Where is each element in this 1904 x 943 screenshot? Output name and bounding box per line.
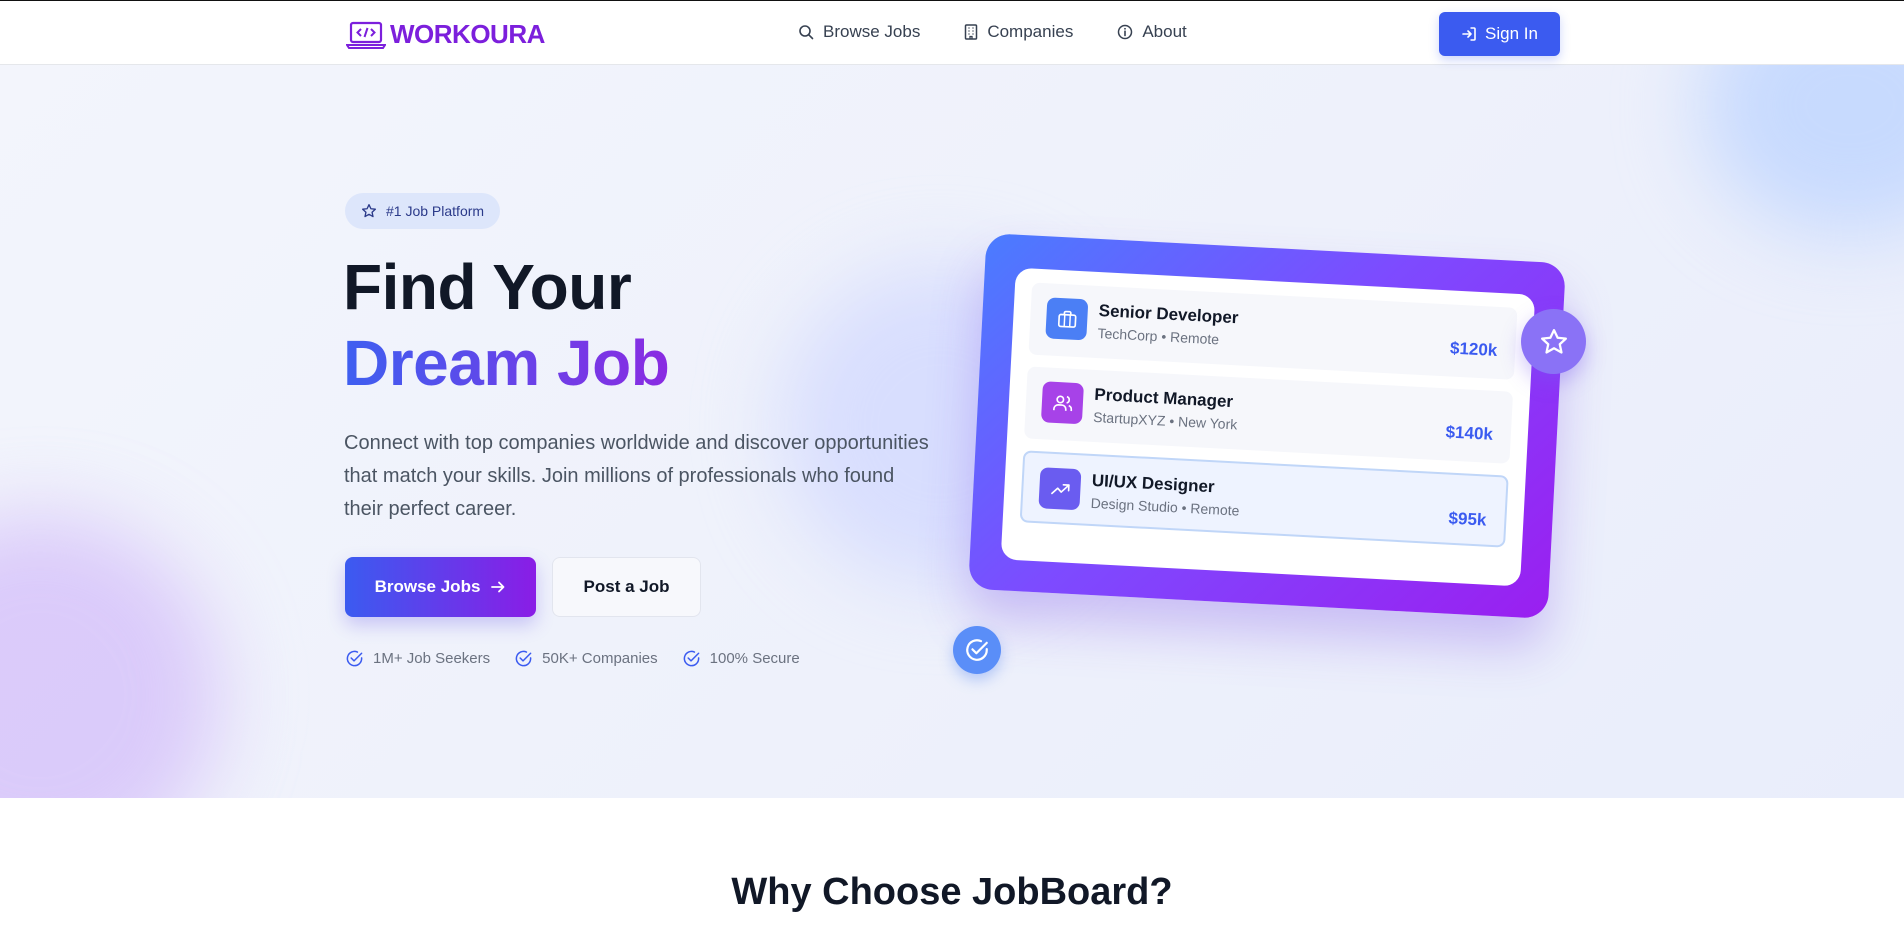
check-bubble (953, 626, 1001, 674)
job-title: UI/UX Designer (1091, 470, 1216, 497)
sign-in-button[interactable]: Sign In (1439, 12, 1560, 56)
stat-item: 50K+ Companies (514, 649, 658, 668)
logo[interactable]: WORKOURA (346, 19, 545, 50)
hero-title-line2: Dream Job (343, 327, 670, 399)
hero-title-line1: Find Your (343, 251, 632, 323)
logo-text: WORKOURA (390, 19, 545, 49)
check-circle-icon (683, 650, 700, 667)
job-salary: $95k (1448, 508, 1487, 530)
post-job-button[interactable]: Post a Job (552, 557, 701, 617)
job-icon-bg (1040, 381, 1084, 425)
hero-stats: 1M+ Job Seekers 50K+ Companies 100% Secu… (345, 649, 800, 668)
hero-description: Connect with top companies worldwide and… (344, 432, 929, 520)
sign-in-label: Sign In (1485, 24, 1538, 43)
search-icon (799, 25, 814, 40)
post-job-label: Post a Job (583, 577, 670, 596)
laptop-code-icon (346, 21, 386, 49)
job-subtitle: StartupXYZ • New York (1092, 408, 1238, 433)
star-icon (1540, 328, 1567, 354)
check-circle-icon (515, 650, 532, 667)
nav-link-label: Companies (987, 22, 1074, 41)
stat-item: 1M+ Job Seekers (345, 649, 490, 668)
job-icon-bg (1038, 467, 1082, 511)
decorative-blob (1700, 65, 1904, 235)
stat-label: 50K+ Companies (542, 650, 658, 667)
job-item[interactable]: UI/UX Designer Design Studio • Remote $9… (1019, 450, 1509, 548)
briefcase-icon (1057, 310, 1077, 328)
log-in-icon (1462, 27, 1476, 41)
nav-link-browse-jobs[interactable]: Browse Jobs (798, 22, 920, 42)
info-icon (1118, 24, 1133, 40)
features-title: Why Choose JobBoard? (731, 871, 1173, 913)
stat-label: 100% Secure (709, 650, 800, 667)
nav-link-companies[interactable]: Companies (964, 22, 1073, 42)
job-list: Senior Developer TechCorp • Remote $120k… (1000, 267, 1536, 587)
browse-jobs-button[interactable]: Browse Jobs (345, 557, 536, 617)
navbar: WORKOURA Browse Jobs Companies About Sig… (0, 0, 1904, 65)
nav-link-label: About (1142, 22, 1187, 41)
job-salary: $120k (1449, 338, 1498, 360)
job-item[interactable]: Senior Developer TechCorp • Remote $120k (1028, 282, 1518, 380)
building-icon (965, 24, 978, 40)
trending-up-icon (1050, 483, 1070, 494)
platform-badge: #1 Job Platform (345, 193, 501, 229)
job-subtitle: TechCorp • Remote (1097, 325, 1220, 348)
hero-section: #1 Job Platform Find Your Dream Job Conn… (0, 65, 1904, 798)
decorative-blob (0, 515, 220, 798)
job-title: Senior Developer (1098, 301, 1239, 328)
job-icon-bg (1045, 297, 1089, 341)
check-circle-icon (966, 639, 988, 661)
nav-link-label: Browse Jobs (823, 22, 921, 41)
nav-links: Browse Jobs Companies About (798, 22, 1187, 42)
nav-link-about[interactable]: About (1117, 22, 1187, 42)
job-subtitle: Design Studio • Remote (1090, 494, 1240, 519)
stat-label: 1M+ Job Seekers (373, 650, 491, 667)
star-icon (362, 204, 376, 218)
check-circle-icon (346, 650, 363, 667)
arrow-right-icon (491, 581, 505, 593)
browse-jobs-label: Browse Jobs (374, 577, 481, 596)
job-title: Product Manager (1093, 384, 1234, 412)
badge-label: #1 Job Platform (386, 203, 485, 219)
stat-item: 100% Secure (682, 649, 800, 668)
job-item[interactable]: Product Manager StartupXYZ • New York $1… (1024, 366, 1514, 464)
job-preview-card: Senior Developer TechCorp • Remote $120k… (968, 233, 1566, 619)
star-bubble (1521, 309, 1586, 374)
users-icon (1052, 394, 1072, 411)
job-salary: $140k (1445, 422, 1494, 444)
